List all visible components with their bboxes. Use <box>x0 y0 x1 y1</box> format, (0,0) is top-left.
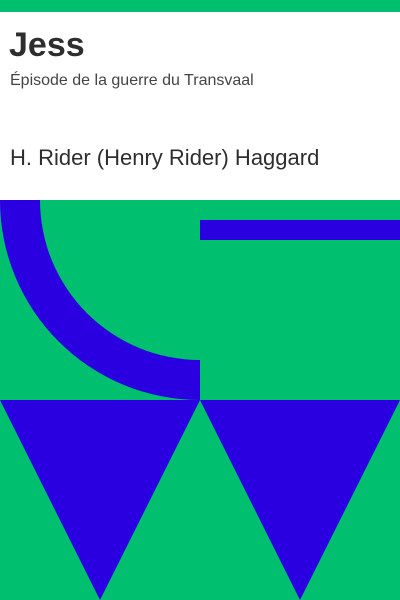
book-subtitle: Épisode de la guerre du Transvaal <box>10 72 254 89</box>
book-cover: Jess Épisode de la guerre du Transvaal H… <box>0 0 400 600</box>
horizontal-bar-shape <box>200 220 400 240</box>
top-color-band <box>0 0 400 12</box>
book-title: Jess <box>9 26 85 64</box>
cover-artwork <box>0 200 400 600</box>
book-author: H. Rider (Henry Rider) Haggard <box>10 145 320 170</box>
